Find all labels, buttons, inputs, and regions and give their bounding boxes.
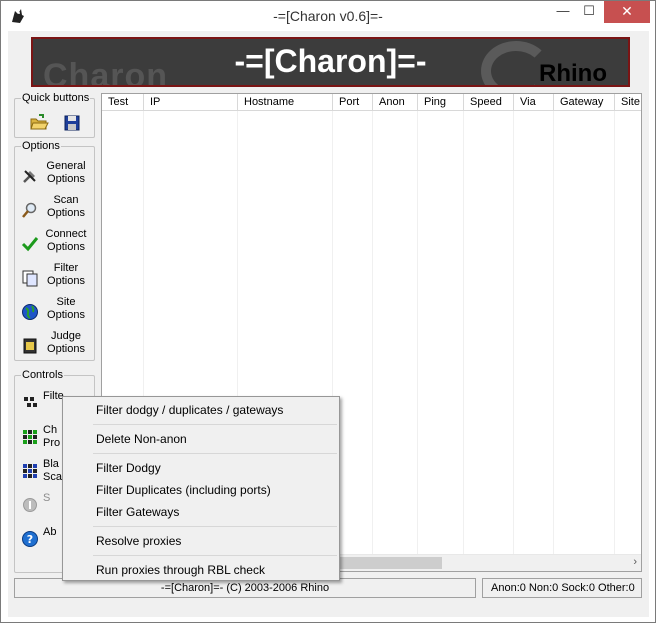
blue-grid-icon [23,464,37,478]
column-header-anon[interactable]: Anon [373,94,418,111]
connect-options-label: Connect Options [45,228,87,253]
column-header-site[interactable]: Site [615,94,641,111]
menu-separator [93,424,337,425]
column-header-gateway[interactable]: Gateway [554,94,615,111]
grid-line [372,111,373,571]
site-options-button[interactable]: Site Options [16,295,94,327]
connect-options-button[interactable]: Connect Options [16,227,94,259]
filter-context-menu: Filter dodgy / duplicates / gateways Del… [62,396,340,581]
status-counts: Anon:0 Non:0 Sock:0 Other:0 [482,578,642,598]
scan-options-button[interactable]: Scan Options [16,193,94,225]
open-folder-icon[interactable] [28,112,50,134]
magnifier-icon [22,202,37,218]
document-icon [23,338,37,354]
grid-line [417,111,418,571]
column-header-speed[interactable]: Speed [464,94,514,111]
pages-icon [22,270,38,287]
minimize-button[interactable]: — [550,1,576,23]
menu-item-filter-dodgy[interactable]: Filter Dodgy [65,457,337,479]
column-header-via[interactable]: Via [514,94,554,111]
controls-title: Controls [21,369,64,381]
tools-icon [23,170,36,183]
menu-item-resolve-proxies[interactable]: Resolve proxies [65,530,337,552]
list-header: Test IP Hostname Port Anon Ping Speed Vi… [102,94,641,111]
menu-separator [93,453,337,454]
quick-buttons-title: Quick buttons [21,92,91,104]
general-options-button[interactable]: General Options [16,159,94,191]
column-header-ping[interactable]: Ping [418,94,464,111]
options-title: Options [21,140,61,152]
column-header-ip[interactable]: IP [144,94,238,111]
checkmark-icon [21,237,39,252]
stop-icon [23,498,37,512]
column-header-hostname[interactable]: Hostname [238,94,333,111]
filter-options-label: Filter Options [47,262,85,287]
menu-item-delete-non-anon[interactable]: Delete Non-anon [65,428,337,450]
judge-options-button[interactable]: Judge Options [16,329,94,361]
about-label: Ab [43,526,57,538]
close-button[interactable]: ✕ [604,1,650,23]
grid-line [513,111,514,571]
column-header-test[interactable]: Test [102,94,144,111]
menu-item-filter-all[interactable]: Filter dodgy / duplicates / gateways [65,399,337,421]
menu-separator [93,526,337,527]
grid-line [553,111,554,571]
save-disk-icon[interactable] [61,112,83,134]
filter-options-button[interactable]: Filter Options [16,261,94,293]
general-options-label: General Options [46,160,86,185]
column-header-port[interactable]: Port [333,94,373,111]
globe-icon [22,304,38,320]
grid-line [614,111,615,571]
blacklist-scan-label: Bla Sca [43,458,62,483]
status-bar: -=[Charon]=- (C) 2003-2006 Rhino Anon:0 … [14,578,643,600]
menu-item-filter-duplicates[interactable]: Filter Duplicates (including ports) [65,479,337,501]
menu-separator [93,555,337,556]
check-proxies-label: Ch Pro [43,424,61,449]
filter-control-label: Filte [43,390,64,402]
svg-text:?: ? [27,533,33,546]
grid-line [463,111,464,571]
app-window: -=[Charon v0.6]=- — ☐ ✕ Charon -=[Charon… [0,0,656,623]
site-options-label: Site Options [47,296,85,321]
quick-buttons-group: Quick buttons [14,92,95,138]
green-grid-icon [23,430,37,444]
banner-brand: Rhino [539,60,607,87]
title-bar[interactable]: -=[Charon v0.6]=- — ☐ ✕ [1,1,655,31]
options-group: Options General Options Scan Options Con… [14,140,95,361]
help-icon: ? [22,531,38,547]
scan-options-label: Scan Options [47,194,85,219]
judge-options-label: Judge Options [47,330,85,355]
scroll-right-arrow-icon[interactable]: › [633,556,637,568]
maximize-button[interactable]: ☐ [576,1,602,23]
header-banner: Charon -=[Charon]=- Rhino [31,37,630,87]
status-copyright: -=[Charon]=- (C) 2003-2006 Rhino [14,578,476,598]
stop-label: S [43,492,51,504]
filter-grid-icon [24,397,37,407]
menu-item-filter-gateways[interactable]: Filter Gateways [65,501,337,523]
menu-item-rbl-check[interactable]: Run proxies through RBL check [65,559,337,581]
